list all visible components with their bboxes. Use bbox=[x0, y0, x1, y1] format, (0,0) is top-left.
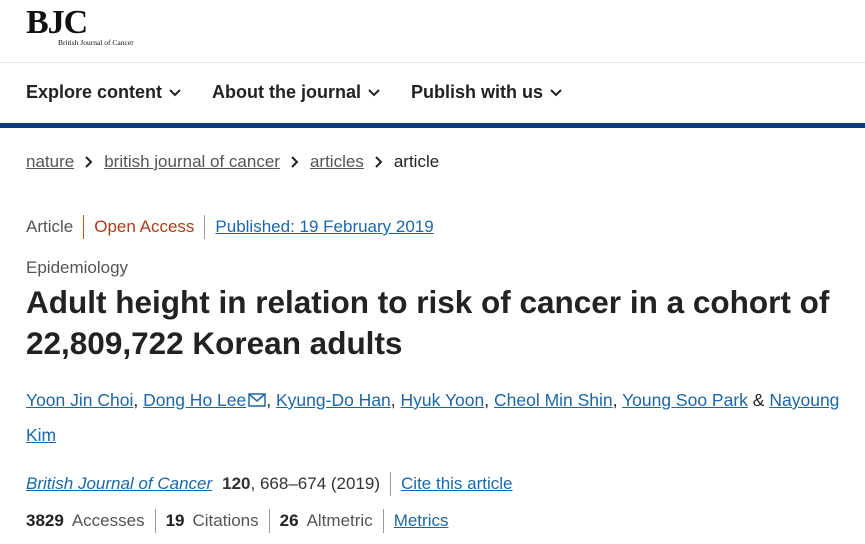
volume: 120 bbox=[222, 474, 251, 493]
chevron-down-icon bbox=[550, 89, 562, 97]
author-separator: , bbox=[133, 390, 139, 410]
citations-value: 19 bbox=[165, 511, 185, 530]
citation-divider bbox=[390, 472, 392, 496]
article-title: Adult height in relation to risk of canc… bbox=[26, 284, 830, 361]
cite-this-article-link[interactable]: Cite this article bbox=[401, 474, 512, 494]
logo-sub-text: British Journal of Cancer bbox=[58, 38, 134, 47]
breadcrumb: nature british journal of cancer article… bbox=[26, 152, 439, 172]
breadcrumb-british-journal-of-cancer[interactable]: british journal of cancer bbox=[104, 152, 280, 172]
author-link[interactable]: Young Soo Park bbox=[622, 390, 748, 410]
chevron-down-icon bbox=[169, 89, 181, 97]
citation-line: British Journal of Cancer 120 , 668–674 … bbox=[26, 472, 513, 496]
author-link[interactable]: Dong Ho Lee bbox=[143, 390, 246, 410]
metrics-divider bbox=[154, 509, 156, 533]
journal-link[interactable]: British Journal of Cancer bbox=[26, 474, 212, 494]
mail-icon[interactable] bbox=[248, 393, 266, 407]
breadcrumb-nature[interactable]: nature bbox=[26, 152, 74, 172]
author-link[interactable]: Cheol Min Shin bbox=[494, 390, 613, 410]
breadcrumb-articles[interactable]: articles bbox=[310, 152, 364, 172]
altmetric-value: 26 bbox=[279, 511, 299, 530]
author-link[interactable]: Hyuk Yoon bbox=[401, 390, 485, 410]
metrics-divider bbox=[382, 509, 384, 533]
author-separator: , bbox=[484, 390, 490, 410]
accesses-value: 3829 bbox=[26, 511, 64, 530]
nav-accent-bar bbox=[0, 123, 865, 128]
pages-year: , 668–674 (2019) bbox=[250, 474, 381, 493]
nav-explore-content[interactable]: Explore content bbox=[26, 78, 182, 106]
article-meta: Article Open Access Published: 19 Februa… bbox=[26, 215, 434, 239]
metrics-divider bbox=[268, 509, 270, 533]
subject-label: Epidemiology bbox=[26, 258, 129, 277]
author-and: & bbox=[752, 390, 765, 410]
open-access-label: Open Access bbox=[94, 217, 195, 236]
nav-about-journal[interactable]: About the journal bbox=[212, 78, 381, 106]
author-separator: , bbox=[266, 390, 272, 410]
author-link[interactable]: Yoon Jin Choi bbox=[26, 390, 133, 410]
nav-publish-with-us[interactable]: Publish with us bbox=[411, 78, 563, 106]
published-date-link[interactable]: Published: 19 February 2019 bbox=[215, 217, 433, 237]
nav-about-journal-label: About the journal bbox=[212, 81, 362, 102]
altmetric-label: Altmetric bbox=[306, 511, 373, 530]
meta-divider bbox=[204, 215, 206, 239]
meta-divider bbox=[83, 215, 85, 239]
accesses-label: Accesses bbox=[71, 511, 145, 530]
metrics-link[interactable]: Metrics bbox=[394, 511, 449, 531]
author-list: Yoon Jin Choi, Dong Ho Lee, Kyung-Do Han… bbox=[26, 383, 861, 453]
article-type: Article bbox=[26, 217, 74, 236]
chevron-right-icon bbox=[291, 156, 299, 168]
nav-publish-with-us-label: Publish with us bbox=[411, 81, 544, 102]
chevron-right-icon bbox=[375, 156, 383, 168]
chevron-down-icon bbox=[368, 89, 380, 97]
main-nav: Explore content About the journal Publis… bbox=[26, 78, 593, 106]
journal-logo[interactable]: BJC British Journal of Cancer bbox=[26, 4, 134, 47]
logo-main-text: BJC bbox=[26, 4, 88, 41]
citations-label: Citations bbox=[192, 511, 259, 530]
header-divider bbox=[0, 62, 865, 63]
author-link[interactable]: Kyung-Do Han bbox=[276, 390, 391, 410]
metrics-line: 3829 Accesses 19 Citations 26 Altmetric … bbox=[26, 509, 448, 533]
author-separator: , bbox=[390, 390, 396, 410]
author-separator: , bbox=[612, 390, 618, 410]
nav-explore-content-label: Explore content bbox=[26, 81, 163, 102]
breadcrumb-current: article bbox=[393, 152, 440, 171]
chevron-right-icon bbox=[85, 156, 93, 168]
